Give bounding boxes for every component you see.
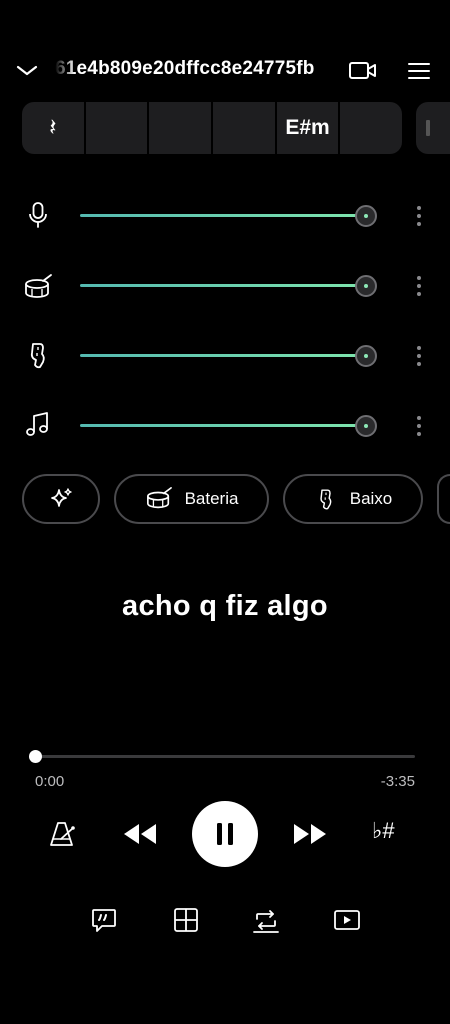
drums-more-button[interactable] bbox=[416, 276, 422, 296]
other-more-button[interactable] bbox=[416, 416, 422, 436]
menu-button[interactable] bbox=[406, 58, 432, 84]
playback-progress-bar[interactable] bbox=[35, 755, 415, 758]
collapse-button[interactable] bbox=[14, 58, 40, 84]
flat-sharp-icon: ♭# bbox=[372, 818, 395, 843]
chord-cell[interactable] bbox=[340, 102, 402, 154]
sparkles-icon bbox=[51, 488, 72, 507]
other-volume-handle[interactable] bbox=[355, 415, 377, 437]
bass-chip[interactable]: Baixo bbox=[283, 474, 423, 524]
lyrics-quote-icon bbox=[92, 909, 116, 932]
loop-button[interactable] bbox=[252, 906, 280, 934]
grid-button[interactable] bbox=[172, 906, 200, 934]
current-lyric: acho q fiz algo bbox=[122, 590, 328, 622]
chord-timeline-next bbox=[416, 102, 450, 154]
chip-label: Baixo bbox=[349, 489, 393, 508]
transpose-button[interactable]: ♭# bbox=[372, 818, 406, 852]
vocals-more-button[interactable] bbox=[416, 206, 422, 226]
bass-guitar-icon bbox=[23, 340, 53, 370]
video-play-button[interactable] bbox=[332, 906, 362, 934]
video-camera-icon bbox=[349, 62, 376, 79]
grid-icon bbox=[174, 908, 198, 932]
song-title: 61e4b809e20dffcc8e24775fb bbox=[55, 58, 315, 79]
pause-icon bbox=[217, 823, 233, 845]
lyrics-button[interactable] bbox=[90, 906, 118, 934]
video-play-icon bbox=[334, 910, 360, 930]
more-vertical-icon bbox=[417, 206, 421, 210]
more-chips-edge[interactable] bbox=[437, 474, 450, 524]
video-button[interactable] bbox=[348, 58, 378, 84]
chord-cell[interactable] bbox=[86, 102, 150, 154]
loop-icon bbox=[253, 910, 279, 933]
chord-cell[interactable]: 𝄽 bbox=[22, 102, 86, 154]
bass-volume-handle[interactable] bbox=[355, 345, 377, 367]
music-note-icon bbox=[23, 410, 53, 440]
drums-volume-handle[interactable] bbox=[355, 275, 377, 297]
menu-icon bbox=[408, 63, 430, 79]
drum-icon bbox=[23, 272, 53, 302]
fast-forward-button[interactable] bbox=[292, 820, 328, 848]
more-vertical-icon bbox=[417, 346, 421, 350]
vocals-volume-slider[interactable] bbox=[80, 214, 368, 217]
rewind-button[interactable] bbox=[122, 820, 158, 848]
chord-timeline[interactable]: 𝄽 E#m bbox=[22, 102, 402, 154]
chord-cell-current[interactable]: E#m bbox=[277, 102, 341, 154]
drums-volume-slider[interactable] bbox=[80, 284, 368, 287]
fast-forward-icon bbox=[294, 824, 326, 844]
drums-chip[interactable]: Bateria bbox=[114, 474, 269, 524]
bass-more-button[interactable] bbox=[416, 346, 422, 366]
bass-guitar-icon bbox=[320, 489, 332, 510]
chip-label: Bateria bbox=[184, 489, 239, 508]
elapsed-time: 0:00 bbox=[35, 773, 65, 790]
microphone-icon bbox=[23, 200, 53, 230]
bass-volume-slider[interactable] bbox=[80, 354, 368, 357]
more-vertical-icon bbox=[417, 276, 421, 280]
metronome-icon bbox=[50, 822, 75, 846]
playback-progress-handle[interactable] bbox=[29, 750, 42, 763]
drum-icon bbox=[146, 487, 172, 509]
chevron-down-icon bbox=[16, 65, 38, 76]
remaining-time: -3:35 bbox=[380, 773, 415, 790]
ai-chip[interactable] bbox=[22, 474, 100, 524]
chord-cell[interactable] bbox=[213, 102, 277, 154]
chord-cell[interactable] bbox=[149, 102, 214, 154]
other-volume-slider[interactable] bbox=[80, 424, 368, 427]
metronome-button[interactable] bbox=[48, 819, 78, 849]
pause-button[interactable] bbox=[192, 801, 258, 867]
rewind-icon bbox=[124, 824, 156, 844]
vocals-volume-handle[interactable] bbox=[355, 205, 377, 227]
more-vertical-icon bbox=[417, 416, 421, 420]
